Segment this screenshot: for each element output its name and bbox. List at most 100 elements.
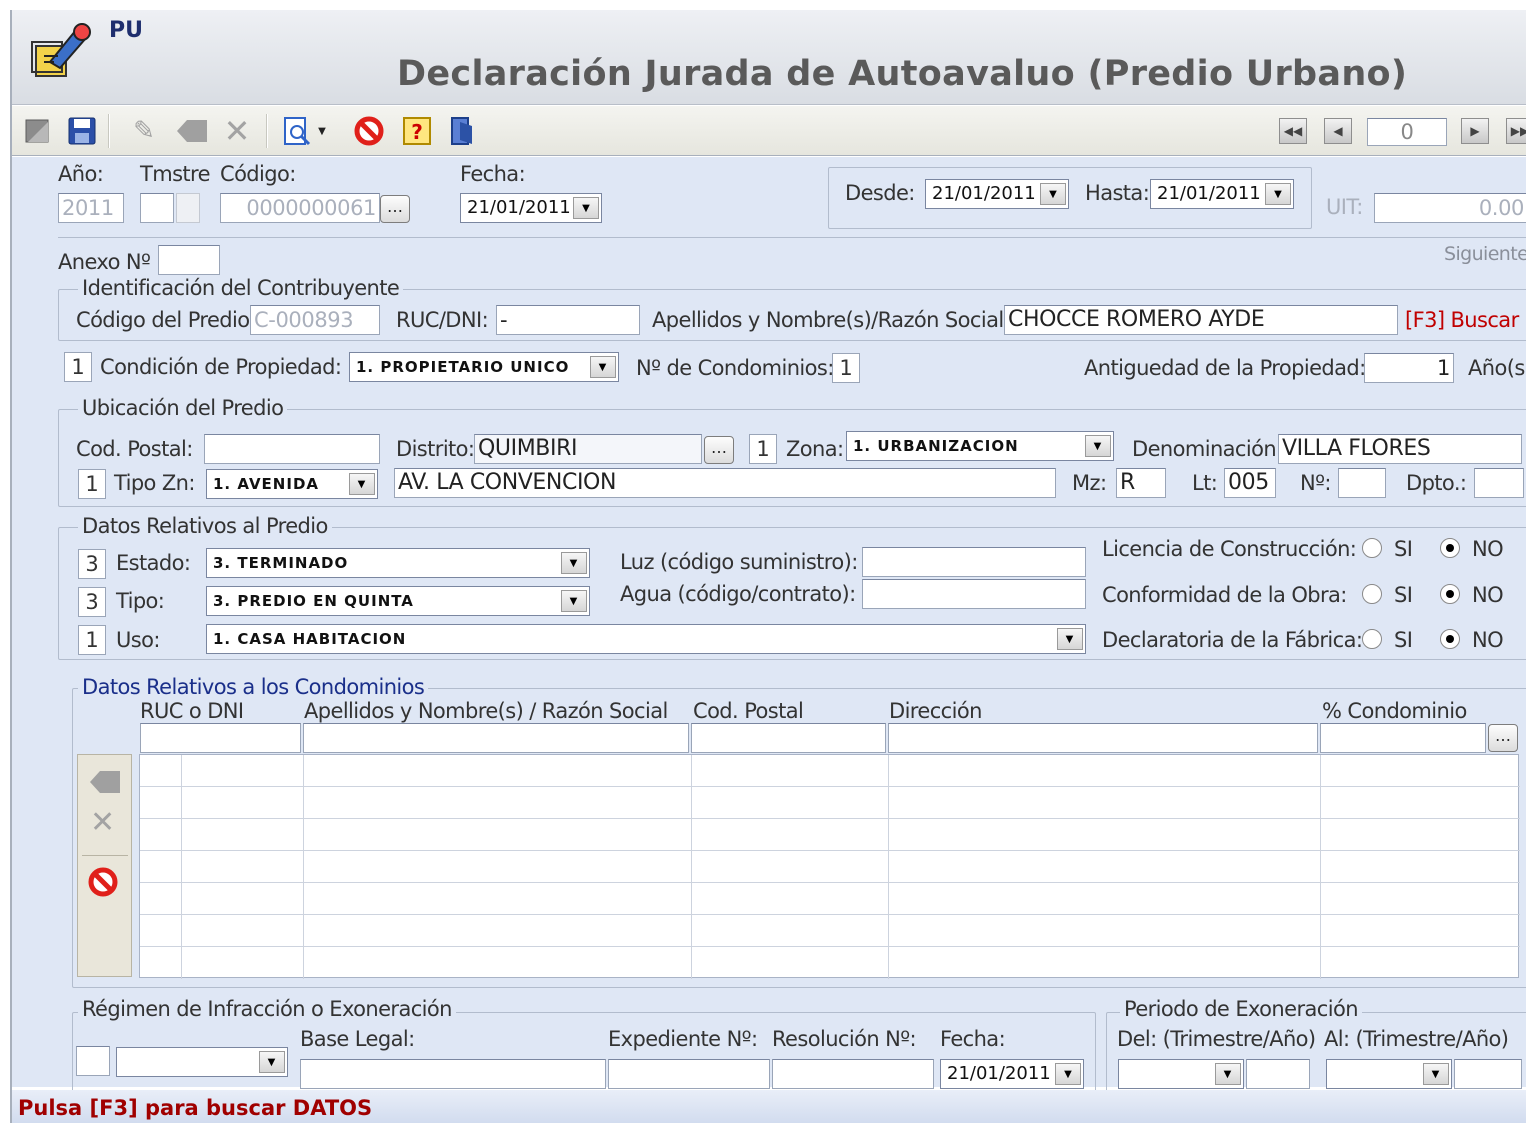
chevron-down-icon[interactable]: ▼ bbox=[349, 473, 375, 495]
resolucion-field[interactable] bbox=[772, 1059, 934, 1089]
condicion-code[interactable]: 1 bbox=[64, 352, 92, 382]
col-ruc: RUC o DNI bbox=[140, 699, 244, 723]
save-icon[interactable] bbox=[64, 114, 100, 148]
chevron-down-icon[interactable]: ▼ bbox=[1423, 1063, 1449, 1085]
new-direccion-field[interactable] bbox=[888, 723, 1318, 753]
zona-select[interactable]: 1. URBANIZACION ▼ bbox=[846, 431, 1114, 461]
new-cod-postal-field[interactable] bbox=[691, 723, 886, 753]
conformidad-si-radio[interactable] bbox=[1362, 584, 1382, 604]
base-legal-field[interactable] bbox=[300, 1059, 606, 1089]
licencia-no-radio[interactable] bbox=[1440, 538, 1460, 558]
preview-icon[interactable] bbox=[280, 114, 314, 148]
del-trimestre-select[interactable]: ▼ bbox=[1118, 1059, 1244, 1089]
help-icon[interactable]: ? bbox=[400, 114, 434, 148]
licencia-si-radio[interactable] bbox=[1362, 538, 1382, 558]
nombre-field[interactable]: CHOCCE ROMERO AYDE bbox=[1004, 305, 1398, 335]
new-icon[interactable] bbox=[22, 114, 52, 148]
grid-col-line bbox=[303, 755, 304, 979]
distrito-lookup-button[interactable]: … bbox=[704, 436, 734, 464]
condominio-lookup-button[interactable]: … bbox=[1488, 724, 1518, 752]
desde-date-picker[interactable]: 21/01/2011 ▼ bbox=[925, 179, 1069, 209]
estado-select[interactable]: 3. TERMINADO ▼ bbox=[206, 548, 590, 578]
buscar-link[interactable]: [F3] Buscar bbox=[1405, 308, 1519, 332]
cod-postal-field[interactable] bbox=[204, 434, 380, 464]
chevron-down-icon[interactable]: ▼ bbox=[1055, 1063, 1081, 1085]
tipozn-value: 1. AVENIDA bbox=[213, 475, 319, 493]
delete-tag-icon[interactable] bbox=[88, 769, 122, 800]
zona-code[interactable]: 1 bbox=[749, 434, 777, 464]
n-field[interactable] bbox=[1338, 468, 1386, 498]
chevron-down-icon[interactable]: ▼ bbox=[1085, 435, 1111, 457]
uit-field[interactable]: 0.00 bbox=[1374, 193, 1526, 223]
chevron-down-icon[interactable]: ▼ bbox=[590, 356, 616, 378]
antiguedad-field[interactable]: 1 bbox=[1364, 353, 1454, 383]
mz-field[interactable]: R bbox=[1116, 468, 1166, 498]
tipo-code[interactable]: 3 bbox=[78, 587, 106, 617]
uso-select[interactable]: 1. CASA HABITACION ▼ bbox=[206, 624, 1086, 654]
tipo-select[interactable]: 3. PREDIO EN QUINTA ▼ bbox=[206, 586, 590, 616]
previous-record-button[interactable]: ◀ bbox=[1324, 118, 1352, 144]
dpto-field[interactable] bbox=[1474, 468, 1524, 498]
stop-icon[interactable] bbox=[352, 114, 386, 148]
chevron-down-icon[interactable]: ▼ bbox=[1040, 183, 1066, 205]
tipozn-select[interactable]: 1. AVENIDA ▼ bbox=[206, 469, 378, 499]
chevron-down-icon[interactable]: ▼ bbox=[561, 552, 587, 574]
chevron-down-icon[interactable]: ▼ bbox=[561, 590, 587, 612]
ruc-field[interactable]: - bbox=[496, 305, 640, 335]
del-anio-field[interactable] bbox=[1246, 1059, 1310, 1089]
lt-field[interactable]: 005 bbox=[1224, 468, 1276, 498]
via-field[interactable]: AV. LA CONVENCION bbox=[394, 468, 1056, 498]
chevron-down-icon[interactable]: ▼ bbox=[573, 197, 599, 219]
anexo-field[interactable] bbox=[158, 245, 220, 275]
last-record-button[interactable]: ▶▶ bbox=[1506, 118, 1526, 144]
stop-icon[interactable] bbox=[88, 867, 118, 902]
new-nombre-field[interactable] bbox=[303, 723, 689, 753]
luz-field[interactable] bbox=[862, 547, 1086, 577]
new-porcentaje-field[interactable] bbox=[1320, 723, 1486, 753]
tmstre-spinner[interactable] bbox=[176, 193, 200, 223]
regimen-code-field[interactable] bbox=[76, 1046, 110, 1076]
uso-code[interactable]: 1 bbox=[78, 625, 106, 655]
codigo-field[interactable]: 0000000061 bbox=[220, 193, 380, 223]
expediente-field[interactable] bbox=[608, 1059, 770, 1089]
edit-icon[interactable]: ✎ bbox=[124, 114, 164, 148]
declaratoria-si-radio[interactable] bbox=[1362, 629, 1382, 649]
record-counter[interactable]: 0 bbox=[1367, 118, 1447, 146]
codigo-lookup-button[interactable]: … bbox=[380, 195, 410, 223]
anio-field[interactable]: 2011 bbox=[58, 193, 124, 223]
expediente-label: Expediente Nº: bbox=[608, 1027, 758, 1051]
chevron-down-icon[interactable]: ▼ bbox=[1265, 183, 1291, 205]
hasta-label: Hasta: bbox=[1085, 181, 1150, 205]
new-ruc-field[interactable] bbox=[140, 723, 301, 753]
agua-field[interactable] bbox=[862, 579, 1086, 609]
siguiente-link[interactable]: Siguiente bbox=[1444, 243, 1526, 265]
chevron-down-icon[interactable]: ▼ bbox=[1057, 628, 1083, 650]
al-anio-field[interactable] bbox=[1454, 1059, 1522, 1089]
condicion-select[interactable]: 1. PROPIETARIO UNICO ▼ bbox=[349, 352, 619, 382]
codigo-predio-field[interactable]: C-000893 bbox=[250, 305, 380, 335]
estado-code[interactable]: 3 bbox=[78, 549, 106, 579]
denominacion-field[interactable]: VILLA FLORES bbox=[1278, 434, 1522, 464]
condominios-grid[interactable] bbox=[139, 754, 1520, 979]
condominios-field[interactable]: 1 bbox=[832, 353, 860, 383]
regimen-select[interactable]: ▼ bbox=[116, 1047, 288, 1077]
conformidad-no-radio[interactable] bbox=[1440, 584, 1460, 604]
al-trimestre-select[interactable]: ▼ bbox=[1326, 1059, 1452, 1089]
licencia-si-label: SI bbox=[1394, 537, 1413, 561]
tmstre-field[interactable] bbox=[140, 193, 174, 223]
fecha-date-picker[interactable]: 21/01/2011 ▼ bbox=[460, 193, 602, 223]
hasta-date-picker[interactable]: 21/01/2011 ▼ bbox=[1150, 179, 1294, 209]
declaratoria-no-radio[interactable] bbox=[1440, 629, 1460, 649]
cancel-icon[interactable]: ✕ bbox=[217, 112, 257, 150]
tipozn-code[interactable]: 1 bbox=[78, 469, 106, 499]
chevron-down-icon[interactable]: ▼ bbox=[1215, 1063, 1241, 1085]
distrito-field[interactable]: QUIMBIRI bbox=[474, 434, 702, 464]
chevron-down-icon[interactable]: ▼ bbox=[314, 114, 330, 148]
exit-icon[interactable] bbox=[446, 114, 480, 148]
first-record-button[interactable]: ◀◀ bbox=[1279, 118, 1307, 144]
cancel-icon[interactable]: ✕ bbox=[90, 805, 115, 840]
regimen-fecha-picker[interactable]: 21/01/2011 ▼ bbox=[940, 1059, 1084, 1089]
delete-tag-icon[interactable] bbox=[172, 114, 212, 148]
chevron-down-icon[interactable]: ▼ bbox=[259, 1051, 285, 1073]
next-record-button[interactable]: ▶ bbox=[1461, 118, 1489, 144]
